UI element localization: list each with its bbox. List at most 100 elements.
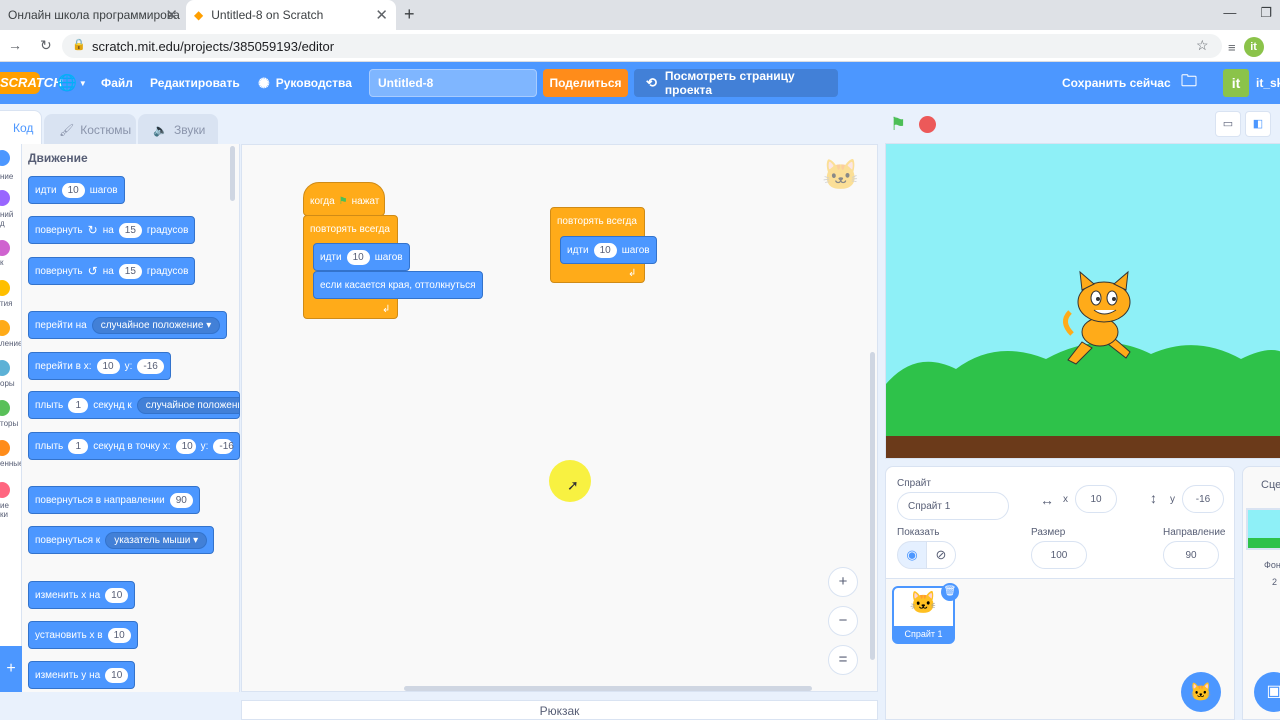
add-sprite-button[interactable]: 🐱 bbox=[1181, 672, 1221, 712]
browser-tab-2[interactable]: ◆ Untitled-8 on Scratch ✕ bbox=[186, 0, 396, 30]
block-input[interactable]: 10 bbox=[593, 242, 617, 258]
block-input[interactable]: 10 bbox=[105, 587, 129, 603]
block-input[interactable]: 90 bbox=[169, 492, 193, 508]
block-text: плыть bbox=[35, 399, 64, 411]
block-dropdown[interactable]: случайное положение ▾ bbox=[91, 316, 221, 334]
restore-icon[interactable]: ❐ bbox=[1260, 5, 1272, 21]
block-input[interactable]: 1 bbox=[68, 438, 89, 454]
tab-sounds[interactable]: 🔈 Звуки bbox=[138, 114, 218, 144]
block-turn-right[interactable]: повернуть ↻ на 15 градусов bbox=[28, 216, 196, 244]
block-text: шагов bbox=[621, 244, 650, 256]
code-tab-label: Код bbox=[13, 120, 34, 135]
block-point-towards[interactable]: повернуться к указатель мыши ▾ bbox=[28, 526, 215, 554]
see-project-page-button[interactable]: ⟲ Посмотреть страницу проекта bbox=[634, 69, 838, 97]
my-stuff-folder-icon[interactable]: 🗀 bbox=[1181, 62, 1197, 104]
block-input[interactable]: 15 bbox=[118, 222, 142, 238]
palette-scrollbar[interactable] bbox=[230, 146, 235, 201]
block-input[interactable]: 10 bbox=[175, 438, 196, 454]
scratch-logo[interactable]: SCRATCH bbox=[0, 72, 63, 94]
block-input[interactable]: 10 bbox=[107, 627, 131, 643]
block-glide-xy[interactable]: плыть 1 секунд в точку x: 10 y: -16 bbox=[28, 432, 240, 460]
bookmark-star-icon[interactable]: ☆ bbox=[1196, 37, 1209, 54]
green-flag-button[interactable]: ⚑ bbox=[890, 114, 906, 135]
x-field[interactable]: 10 bbox=[1075, 485, 1117, 513]
bounce-on-edge-block[interactable]: если касается края, оттолкнуться bbox=[313, 271, 483, 299]
show-visible-eye-icon[interactable]: ◉ bbox=[897, 541, 927, 569]
add-extension-button[interactable]: + bbox=[0, 646, 22, 692]
block-input[interactable]: 10 bbox=[61, 182, 85, 198]
palette-heading: Движение bbox=[28, 151, 88, 165]
block-text: шагов bbox=[374, 251, 403, 263]
backpack[interactable]: Рюкзак bbox=[241, 700, 878, 720]
delete-sprite-icon[interactable]: 🗑 bbox=[941, 583, 959, 601]
block-input[interactable]: 1 bbox=[68, 397, 89, 413]
backdrop-thumbnail[interactable] bbox=[1246, 508, 1280, 550]
block-text: когда bbox=[310, 195, 335, 207]
move-steps-block[interactable]: идти 10 шагов bbox=[313, 243, 410, 271]
block-change-x[interactable]: изменить x на 10 bbox=[28, 581, 136, 609]
reload-icon[interactable]: ↻ bbox=[40, 37, 52, 54]
close-tab-icon[interactable]: ✕ bbox=[165, 6, 178, 24]
tab-title: Онлайн школа программирова bbox=[8, 8, 180, 22]
when-flag-clicked-block[interactable]: когда ⚑ нажат bbox=[303, 182, 385, 216]
minimize-icon[interactable]: — bbox=[1223, 5, 1236, 21]
loop-arrow-icon: ↲ bbox=[382, 304, 391, 315]
block-input[interactable]: 10 bbox=[346, 249, 370, 265]
sprite-name-field[interactable]: Спрайт 1 bbox=[897, 492, 1009, 520]
block-input[interactable]: 10 bbox=[105, 667, 129, 683]
url-text[interactable]: scratch.mit.edu/projects/385059193/edito… bbox=[92, 39, 334, 54]
direction-field[interactable]: 90 bbox=[1163, 541, 1219, 569]
close-tab-icon[interactable]: ✕ bbox=[375, 6, 388, 24]
block-point-direction[interactable]: повернуться в направлении 90 bbox=[28, 486, 200, 514]
block-dropdown[interactable]: указатель мыши ▾ bbox=[105, 531, 208, 549]
block-text: градусов bbox=[146, 224, 189, 236]
block-goto-xy[interactable]: перейти в x: 10 y: -16 bbox=[28, 352, 171, 380]
normal-stage-button[interactable]: ◧ bbox=[1245, 111, 1271, 137]
block-input[interactable]: 10 bbox=[96, 358, 120, 374]
block-dropdown[interactable]: случайное положение bbox=[136, 396, 239, 414]
edit-menu[interactable]: Редактировать bbox=[150, 62, 240, 104]
block-move-steps[interactable]: идти 10 шагов bbox=[28, 176, 125, 204]
stage[interactable] bbox=[885, 143, 1280, 459]
y-field[interactable]: -16 bbox=[1182, 485, 1224, 513]
move-steps-block[interactable]: идти 10 шагов bbox=[560, 236, 657, 264]
browser-tab-1[interactable]: Онлайн школа программирова ✕ bbox=[0, 0, 186, 30]
block-set-x[interactable]: установить x в 10 bbox=[28, 621, 138, 649]
block-input[interactable]: -16 bbox=[213, 438, 234, 454]
playlist-icon[interactable]: ≡ bbox=[1228, 40, 1236, 55]
username[interactable]: it_sk bbox=[1256, 62, 1280, 104]
block-input[interactable]: -16 bbox=[137, 358, 164, 374]
small-stage-button[interactable]: ▭ bbox=[1215, 111, 1241, 137]
block-change-y[interactable]: изменить y на 10 bbox=[28, 661, 136, 689]
block-turn-left[interactable]: повернуть ↺ на 15 градусов bbox=[28, 257, 196, 285]
new-tab-icon[interactable]: + bbox=[404, 4, 415, 25]
sounds-tab-label: Звуки bbox=[173, 122, 206, 137]
user-avatar[interactable]: it bbox=[1223, 69, 1249, 97]
language-menu[interactable]: 🌐 ▼ bbox=[57, 62, 87, 104]
file-menu[interactable]: Файл bbox=[101, 62, 133, 104]
project-title-input[interactable]: Untitled-8 bbox=[369, 69, 537, 97]
block-input[interactable]: 15 bbox=[118, 263, 142, 279]
size-field[interactable]: 100 bbox=[1031, 541, 1087, 569]
rotate-right-icon: ↻ bbox=[87, 223, 98, 237]
zoom-reset-button[interactable]: = bbox=[828, 645, 858, 675]
zoom-out-button[interactable]: − bbox=[828, 606, 858, 636]
block-goto[interactable]: перейти на случайное положение ▾ bbox=[28, 311, 228, 339]
zoom-in-button[interactable]: + bbox=[828, 567, 858, 597]
workspace-vertical-scrollbar[interactable] bbox=[870, 352, 875, 660]
profile-avatar-icon[interactable]: it bbox=[1243, 37, 1264, 57]
dropdown-value: указатель мыши bbox=[114, 534, 191, 546]
block-glide[interactable]: плыть 1 секунд к случайное положение bbox=[28, 391, 240, 419]
workspace-horizontal-scrollbar[interactable] bbox=[404, 686, 812, 691]
share-button[interactable]: Поделиться bbox=[543, 69, 628, 97]
forward-icon[interactable]: → bbox=[8, 37, 22, 54]
show-hidden-eye-icon[interactable]: ⊘ bbox=[926, 541, 956, 569]
block-text: идти bbox=[35, 184, 57, 196]
save-now-button[interactable]: Сохранить сейчас bbox=[1062, 62, 1171, 104]
tab-code[interactable]: Код bbox=[0, 110, 42, 144]
lock-icon[interactable]: 🔒 bbox=[72, 38, 86, 51]
tutorials-menu[interactable]: ✺ Руководства bbox=[258, 62, 352, 104]
stop-button[interactable] bbox=[919, 116, 936, 133]
tab-costumes[interactable]: 🖌 Костюмы bbox=[44, 114, 136, 144]
block-text: градусов bbox=[146, 265, 189, 277]
